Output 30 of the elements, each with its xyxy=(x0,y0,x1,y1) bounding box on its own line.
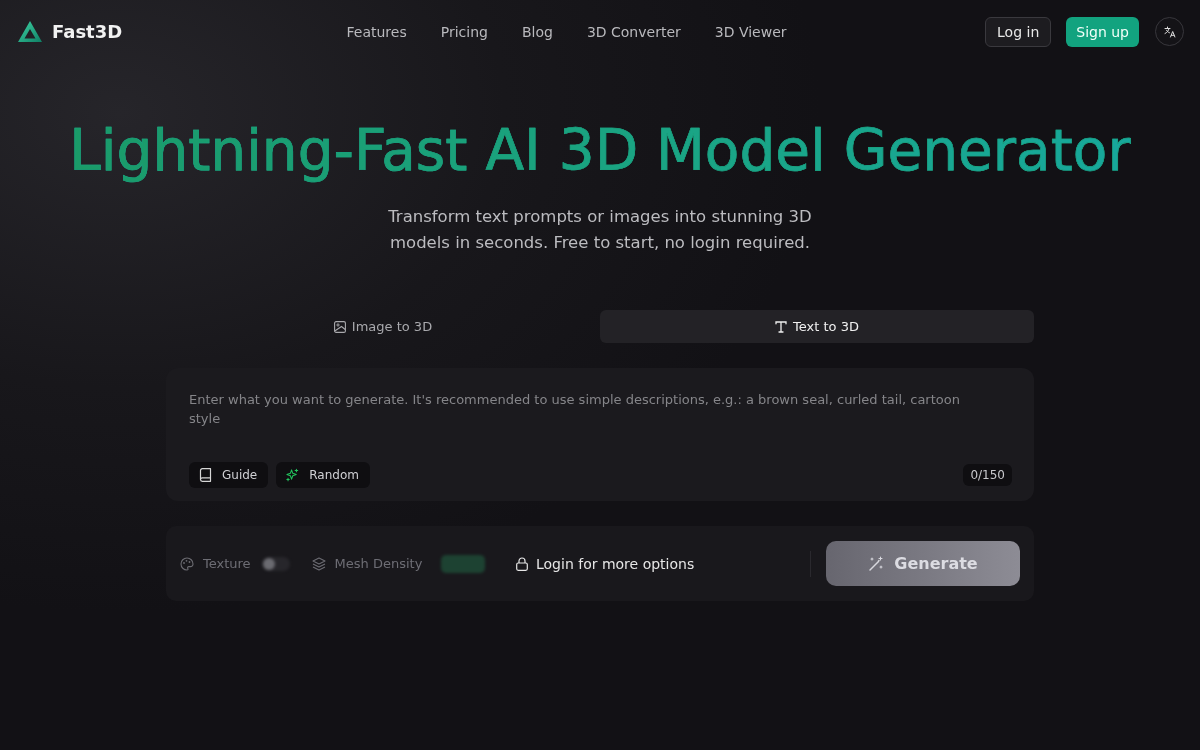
nav-link[interactable]: Features xyxy=(346,23,407,40)
image-icon xyxy=(333,320,346,333)
logo-triangle-icon xyxy=(18,20,42,43)
login-for-options-text: Login for more options xyxy=(536,555,695,572)
translate-icon xyxy=(1163,25,1176,38)
nav-link[interactable]: 3D Converter xyxy=(586,23,681,40)
nav-link[interactable]: Blog xyxy=(521,23,553,40)
book-icon xyxy=(199,468,212,482)
magic-wand-icon xyxy=(868,555,885,572)
lock-icon xyxy=(516,556,528,571)
texture-toggle[interactable] xyxy=(261,556,290,571)
translate-button[interactable] xyxy=(1155,17,1184,46)
random-button[interactable]: Random xyxy=(276,462,370,488)
mode-tab[interactable]: Text to 3D xyxy=(600,310,1034,343)
hero-subtitle: Transform text prompts or images into stunning 3D models in seconds. Free to start, no login required. xyxy=(387,206,813,254)
option-label: Texture xyxy=(203,556,251,571)
option-label: Mesh Density xyxy=(334,556,423,571)
login-button[interactable]: Log in xyxy=(985,16,1052,47)
text-type-icon xyxy=(775,320,788,333)
character-counter: 0/150 xyxy=(963,464,1012,486)
nav-link[interactable]: 3D Viewer xyxy=(714,23,787,40)
palette-icon xyxy=(180,556,194,571)
sparkles-icon xyxy=(286,468,300,482)
prompt-input[interactable]: Enter what you want to generate. It's recommended to use simple descriptions, e.g.: a brown seal, curled tail, cartoon style xyxy=(189,390,989,462)
mode-tab[interactable]: Image to 3D xyxy=(166,310,600,343)
prompt-box[interactable]: Enter what you want to generate. It's recommended to use simple descriptions, e.g.: a brown seal, curled tail, cartoon style Guide Random 0/150 xyxy=(166,368,1034,501)
layers-icon xyxy=(311,556,326,571)
guide-button[interactable]: Guide xyxy=(189,462,269,488)
nav-link[interactable]: Pricing xyxy=(440,23,488,40)
logo-text: Fast3D xyxy=(52,21,123,42)
